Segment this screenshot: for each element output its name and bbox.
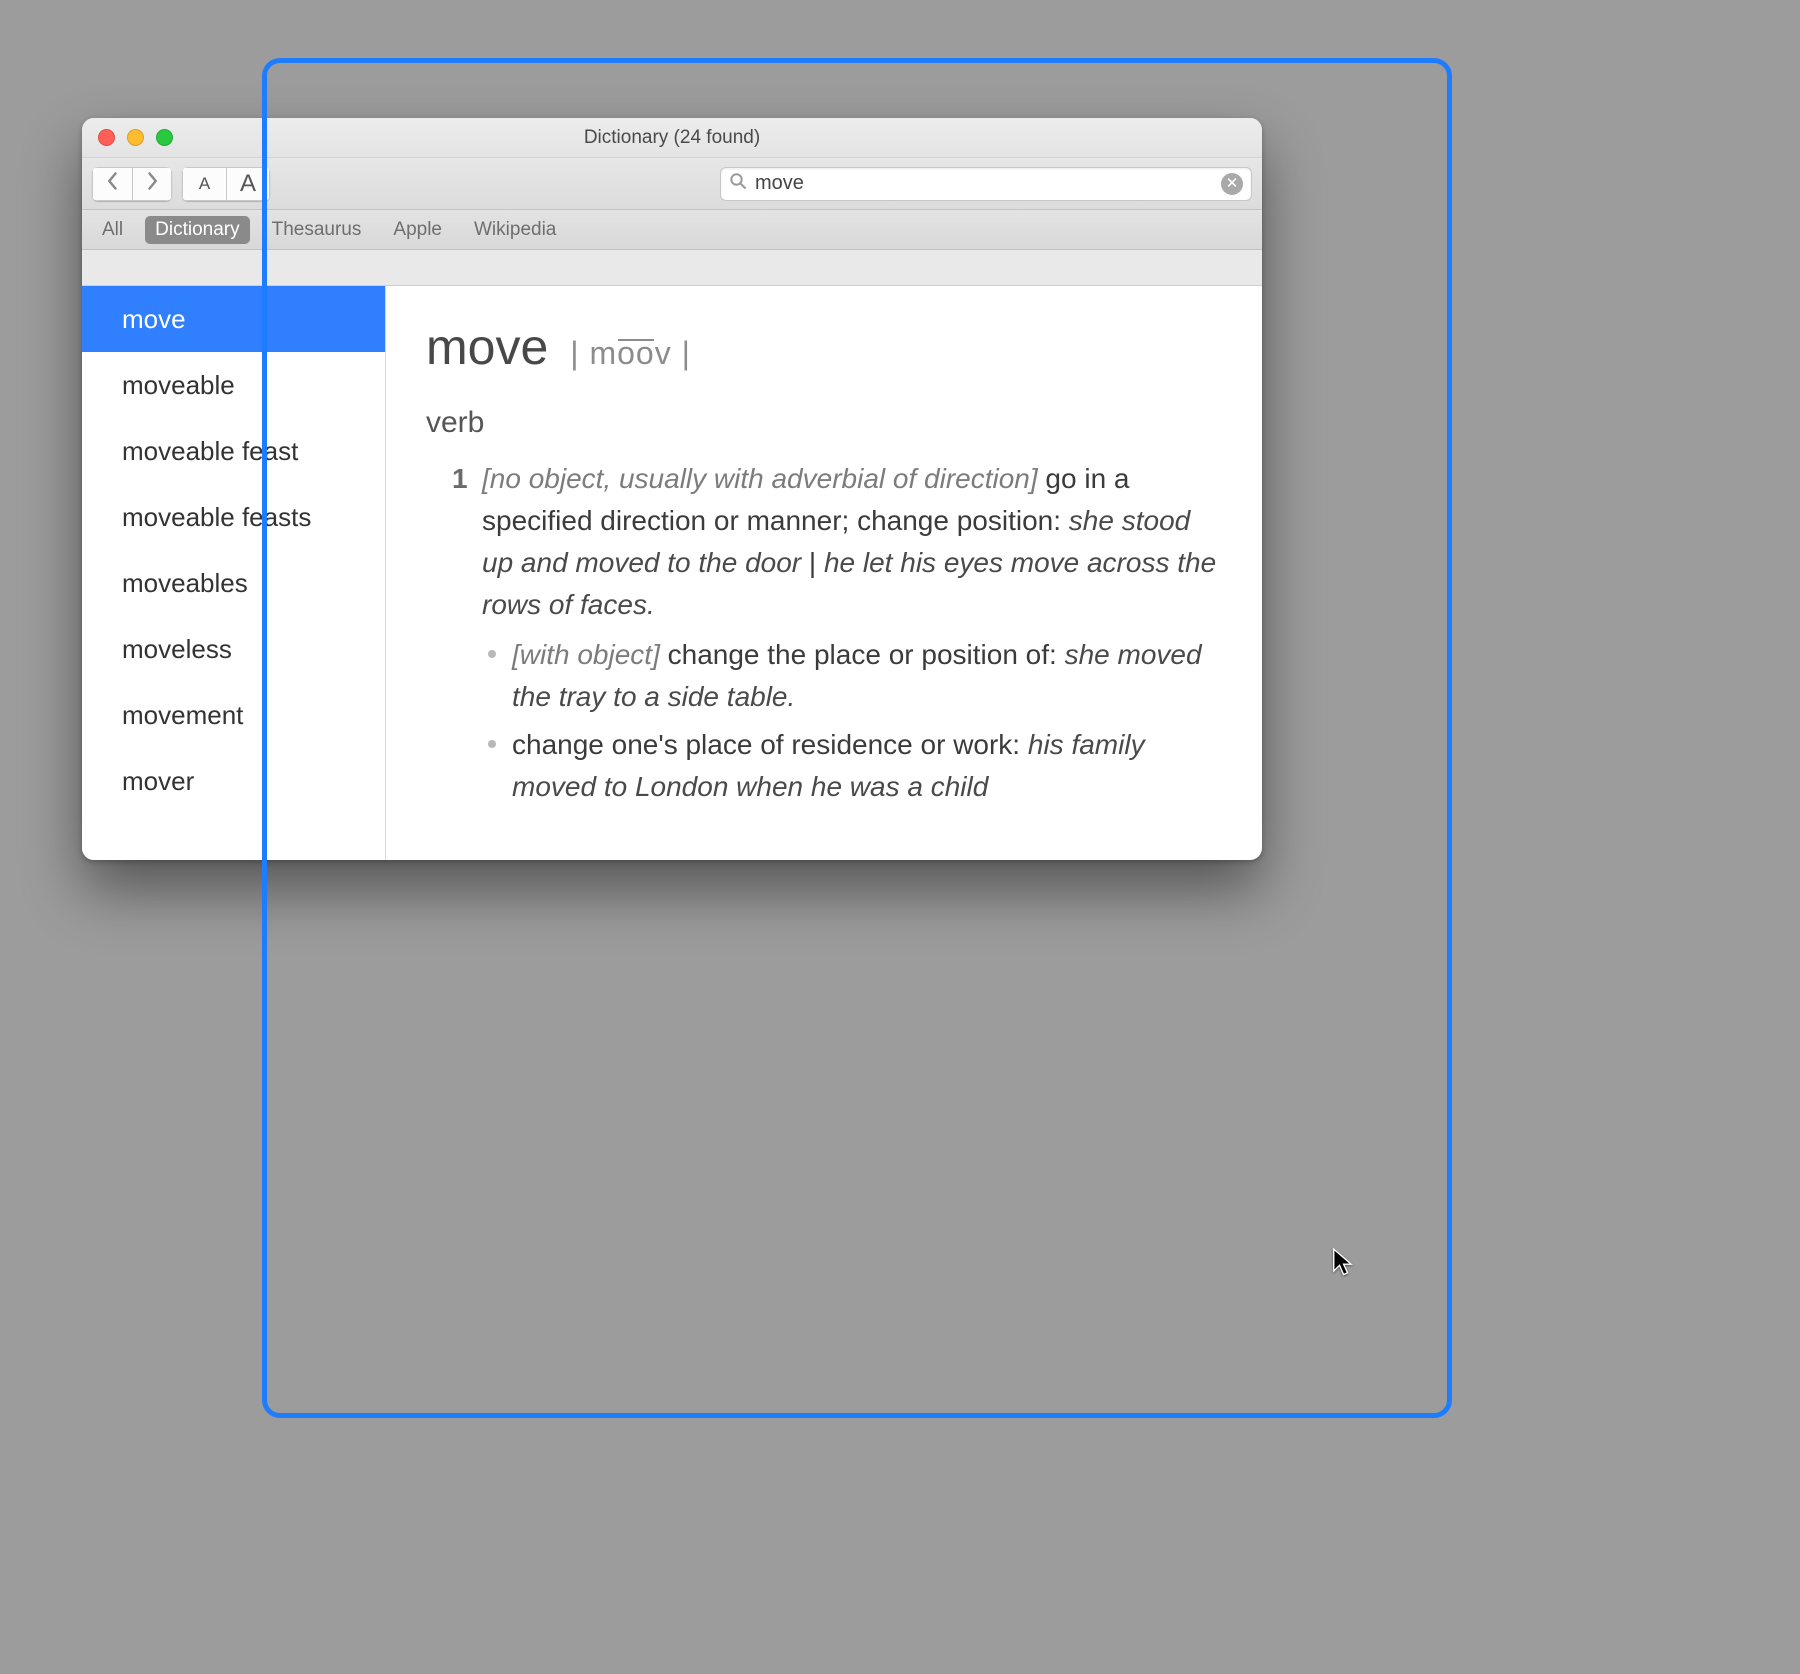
sense: 1 [no object, usually with adverbial of … (452, 458, 1222, 808)
source-subbar (82, 250, 1262, 286)
zoom-button[interactable] (156, 129, 173, 146)
result-item[interactable]: moveable feast (82, 418, 385, 484)
window-body: move moveable moveable feast moveable fe… (82, 286, 1262, 860)
text-size-smaller-button[interactable]: A (182, 167, 226, 201)
close-button[interactable] (98, 129, 115, 146)
pron-part: v | (655, 335, 691, 371)
sub-sense: change one's place of residence or work:… (482, 724, 1222, 808)
pron-part: | m (570, 335, 617, 371)
part-of-speech: verb (426, 406, 1222, 440)
result-item[interactable]: movement (82, 682, 385, 748)
example-separator: | (801, 547, 824, 578)
search-icon (729, 172, 747, 195)
pronunciation: | moov | (570, 335, 691, 372)
sub-sense-def: change the place or position of: (660, 639, 1065, 670)
tab-apple[interactable]: Apple (383, 216, 452, 244)
tab-all[interactable]: All (92, 216, 133, 244)
mouse-cursor-icon (1332, 1248, 1354, 1283)
text-size-larger-button[interactable]: A (226, 167, 270, 201)
senses-list: 1 [no object, usually with adverbial of … (426, 458, 1222, 808)
grammar-label: [with object] (512, 639, 660, 670)
result-item[interactable]: move (82, 286, 385, 352)
chevron-left-icon (106, 171, 120, 197)
headword: move (426, 318, 548, 376)
clear-search-button[interactable]: ✕ (1221, 173, 1243, 195)
sense-number: 1 (452, 458, 468, 500)
text-size-segmented: A A (182, 167, 270, 201)
result-item[interactable]: moveable (82, 352, 385, 418)
titlebar[interactable]: Dictionary (24 found) (82, 118, 1262, 158)
back-button[interactable] (92, 167, 132, 201)
result-item[interactable]: moveless (82, 616, 385, 682)
tab-wikipedia[interactable]: Wikipedia (464, 216, 566, 244)
toolbar: A A ✕ (82, 158, 1262, 210)
tab-thesaurus[interactable]: Thesaurus (262, 216, 372, 244)
result-item[interactable]: moveables (82, 550, 385, 616)
tab-dictionary[interactable]: Dictionary (145, 216, 249, 244)
search-field-wrap[interactable]: ✕ (720, 167, 1252, 201)
forward-button[interactable] (132, 167, 172, 201)
chevron-right-icon (145, 171, 159, 197)
definition-pane[interactable]: move | moov | verb 1 [no object, usually… (386, 286, 1262, 860)
pron-macron: oo (617, 335, 655, 372)
traffic-lights (82, 129, 173, 146)
sub-sense-def: change one's place of residence or work: (512, 729, 1028, 760)
source-tabs: All Dictionary Thesaurus Apple Wikipedia (82, 210, 1262, 250)
result-item[interactable]: moveable feasts (82, 484, 385, 550)
headline: move | moov | (426, 318, 1222, 376)
result-item[interactable]: mover (82, 748, 385, 814)
sub-senses: [with object] change the place or positi… (482, 634, 1222, 808)
search-input[interactable] (755, 172, 1213, 195)
minimize-button[interactable] (127, 129, 144, 146)
dictionary-window: Dictionary (24 found) A A (82, 118, 1262, 860)
window-title: Dictionary (24 found) (82, 127, 1262, 149)
nav-segmented (92, 167, 172, 201)
sub-sense: [with object] change the place or positi… (482, 634, 1222, 718)
results-sidebar[interactable]: move moveable moveable feast moveable fe… (82, 286, 386, 860)
grammar-label: [no object, usually with adverbial of di… (482, 463, 1038, 494)
clear-x-icon: ✕ (1226, 175, 1239, 192)
